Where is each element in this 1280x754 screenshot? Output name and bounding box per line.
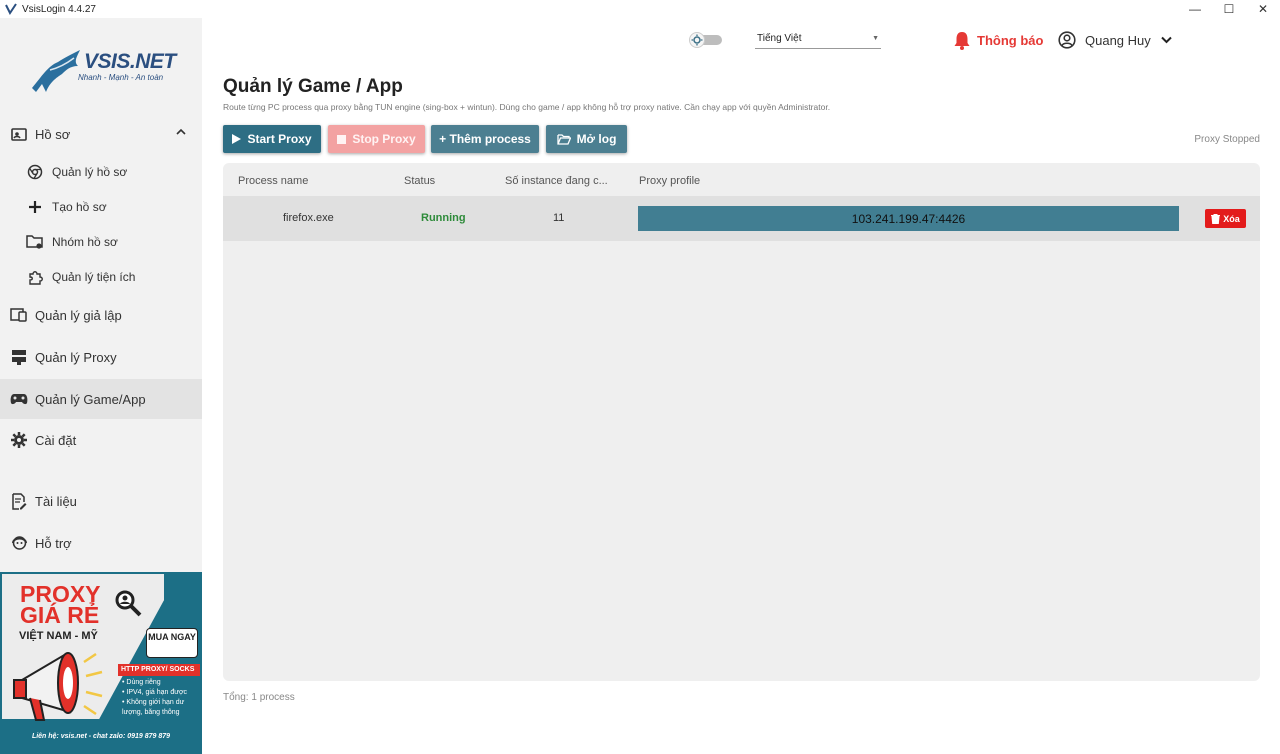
sidebar-item-label: Quản lý Game/App xyxy=(35,391,146,407)
ad-subheadline: GIÁ RẺ xyxy=(20,602,100,628)
sidebar-item-label: Quản lý hồ sơ xyxy=(52,165,128,179)
sidebar-item-docs[interactable]: Tài liệu xyxy=(0,481,202,521)
brand-logo: VSIS.NET Nhanh - Mạnh - An toàn xyxy=(28,48,178,108)
page-title: Quản lý Game / App xyxy=(223,76,403,97)
language-value: Tiếng Việt xyxy=(757,33,802,44)
sidebar-item-label: Nhóm hồ sơ xyxy=(52,235,118,249)
stop-proxy-button[interactable]: Stop Proxy xyxy=(328,125,425,153)
sidebar-item-label: Quản lý Proxy xyxy=(35,349,117,365)
minimize-button[interactable]: — xyxy=(1178,0,1212,18)
caret-down-icon: ▼ xyxy=(872,35,879,42)
status-cell: Running xyxy=(421,212,466,224)
profile-card-icon xyxy=(10,125,28,143)
sidebar-item-label: Hồ sơ xyxy=(35,126,71,142)
sidebar-item-label: Quản lý giả lập xyxy=(35,307,122,323)
theme-toggle[interactable] xyxy=(686,32,724,48)
chevron-down-icon xyxy=(1161,36,1172,44)
open-log-button[interactable]: Mở log xyxy=(546,125,627,153)
sidebar-item-emulators[interactable]: Quản lý giả lập xyxy=(0,295,202,335)
process-name-cell: firefox.exe xyxy=(283,212,334,224)
page-description: Route từng PC process qua proxy bằng TUN… xyxy=(223,102,831,112)
trash-icon xyxy=(1211,213,1221,224)
close-button[interactable]: ✕ xyxy=(1246,0,1280,18)
account-circle-icon xyxy=(1058,31,1076,49)
proxy-status-text: Proxy Stopped xyxy=(1194,134,1260,145)
support-agent-icon xyxy=(10,534,28,552)
user-menu[interactable]: Quang Huy xyxy=(1058,30,1181,50)
chevron-up-icon[interactable] xyxy=(176,127,186,138)
play-icon xyxy=(232,134,242,144)
stop-icon xyxy=(337,134,347,144)
delete-label: Xóa xyxy=(1223,213,1240,224)
gear-icon xyxy=(10,431,28,449)
start-proxy-label: Start Proxy xyxy=(247,132,312,146)
brand-name: VSIS.NET xyxy=(84,50,176,73)
ad-contact: Liên hệ: vsis.net - chat zalo: 0919 879 … xyxy=(31,733,171,740)
language-select[interactable]: Tiếng Việt ▼ xyxy=(755,30,881,49)
sidebar: VSIS.NET Nhanh - Mạnh - An toàn Hồ sơ Qu… xyxy=(0,18,202,754)
sidebar-item-label: Tạo hồ sơ xyxy=(52,200,107,214)
window-title: VsisLogin 4.4.27 xyxy=(22,3,96,15)
proxy-ad-banner[interactable]: PROXY GIÁ RẺ VIỆT NAM - MỸ MUA NGAY HTTP… xyxy=(0,572,202,754)
notifications-button[interactable]: Thông báo xyxy=(953,30,1043,50)
plus-icon xyxy=(26,198,44,216)
delete-process-button[interactable]: Xóa xyxy=(1205,209,1246,228)
notifications-label: Thông báo xyxy=(977,32,1044,48)
sidebar-item-manage-profiles[interactable]: Quản lý hồ sơ xyxy=(0,155,202,189)
column-header-proxy[interactable]: Proxy profile xyxy=(639,175,700,187)
ad-feature: • Dùng riêng xyxy=(122,679,161,686)
megaphone-icon xyxy=(13,652,103,721)
column-header-process[interactable]: Process name xyxy=(238,175,308,187)
open-log-label: Mở log xyxy=(576,132,617,146)
sidebar-item-label: Tài liệu xyxy=(35,493,77,509)
add-process-button[interactable]: + Thêm process xyxy=(431,125,539,153)
table-row[interactable]: firefox.exe Running 11 103.241.199.47:44… xyxy=(223,196,1260,241)
sidebar-item-profiles[interactable]: Hồ sơ xyxy=(0,114,202,154)
instances-cell: 11 xyxy=(553,212,565,224)
title-bar: VsisLogin 4.4.27 — ☐ ✕ xyxy=(0,0,1280,18)
sidebar-item-profile-groups[interactable]: Nhóm hồ sơ xyxy=(0,225,202,259)
bell-icon xyxy=(954,31,970,50)
app-logo-icon xyxy=(5,3,17,15)
start-proxy-button[interactable]: Start Proxy xyxy=(223,125,321,153)
ad-features: • Dùng riêng • IPV4, giá hạn được • Khôn… xyxy=(122,678,187,718)
maximize-button[interactable]: ☐ xyxy=(1212,0,1246,18)
sidebar-item-settings[interactable]: Cài đặt xyxy=(0,420,202,460)
sidebar-item-extensions[interactable]: Quản lý tiện ích xyxy=(0,260,202,294)
sidebar-item-support[interactable]: Hỗ trợ xyxy=(0,523,202,563)
ad-region: VIỆT NAM - MỸ xyxy=(19,630,98,642)
sidebar-item-proxy[interactable]: Quản lý Proxy xyxy=(0,337,202,377)
chrome-icon xyxy=(26,163,44,181)
sidebar-item-label: Hỗ trợ xyxy=(35,535,72,551)
ad-buy-button[interactable]: MUA NGAY xyxy=(146,628,198,658)
server-icon xyxy=(10,348,28,366)
gamepad-icon xyxy=(10,390,28,408)
add-process-label: + Thêm process xyxy=(439,132,531,146)
column-header-status[interactable]: Status xyxy=(404,175,435,187)
process-total: Tổng: 1 process xyxy=(223,692,295,703)
sidebar-item-game-app[interactable]: Quản lý Game/App xyxy=(0,379,202,419)
ad-feature: lượng, băng thông xyxy=(122,709,180,716)
puzzle-icon xyxy=(26,268,44,286)
sidebar-item-label: Cài đặt xyxy=(35,432,77,448)
proxy-profile-select[interactable]: 103.241.199.47:4426 xyxy=(638,206,1179,231)
column-header-instances[interactable]: Số instance đang c... xyxy=(505,175,608,187)
stop-proxy-label: Stop Proxy xyxy=(352,132,416,146)
document-icon xyxy=(10,492,28,510)
devices-icon xyxy=(10,306,28,324)
ad-feature: • Không giới hạn dư xyxy=(122,699,185,706)
ad-feature: • IPV4, giá hạn được xyxy=(122,689,188,696)
sidebar-item-label: Quản lý tiện ích xyxy=(52,270,136,284)
process-table: Process name Status Số instance đang c..… xyxy=(223,163,1260,681)
brand-tagline: Nhanh - Mạnh - An toàn xyxy=(78,73,164,82)
magnifier-icon xyxy=(115,590,142,617)
folder-open-icon xyxy=(556,133,571,145)
sidebar-item-create-profile[interactable]: Tạo hồ sơ xyxy=(0,190,202,224)
ad-banner-label: HTTP PROXY/ SOCKS xyxy=(118,664,200,676)
user-name: Quang Huy xyxy=(1085,32,1151,48)
folder-settings-icon xyxy=(26,233,44,251)
